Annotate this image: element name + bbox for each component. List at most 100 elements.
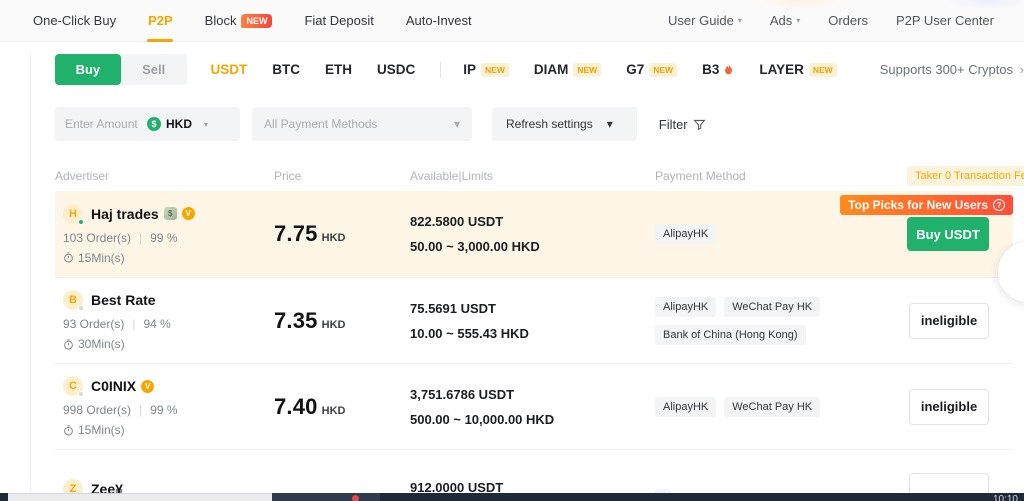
payment-method-tag: AlipayHK (655, 297, 716, 317)
nav-item-one-click-buy[interactable]: One-Click Buy (33, 0, 116, 42)
new-badge: NEW (481, 63, 509, 77)
amount-input[interactable] (65, 117, 147, 131)
nav-item-block[interactable]: BlockNEW (205, 0, 273, 42)
top-picks-badge[interactable]: Top Picks for New Users ? (840, 195, 1013, 215)
payment-method-tag: WeChat Pay HK (724, 297, 820, 317)
price-cell: 7.40HKD (274, 394, 410, 420)
crypto-tab-label: LAYER (759, 62, 804, 77)
crypto-tab-eth[interactable]: ETH (325, 62, 352, 77)
crypto-tab-layer[interactable]: LAYER NEW (759, 62, 836, 77)
crypto-tab-label: USDC (377, 62, 415, 77)
taskbar-app-icon (352, 495, 359, 501)
crypto-tab-diam[interactable]: DIAMNEW (534, 62, 601, 77)
sell-tab[interactable]: Sell (121, 54, 187, 85)
available-limits-cell: 75.5691 USDT10.00 ~ 555.43 HKD (410, 301, 655, 341)
refresh-settings-select[interactable]: Refresh settings ▾ (492, 107, 637, 141)
nav-item-label: Orders (828, 13, 868, 28)
chevron-down-icon: ▾ (796, 16, 800, 25)
taskbar-clock: 10:10 (993, 494, 1018, 501)
avatar: C (63, 376, 83, 396)
nav-left-group: One-Click Buy P2P BlockNEW Fiat Deposit Auto… (33, 0, 504, 42)
col-header-price: Price (274, 169, 410, 183)
nav-item-label: Ads (770, 13, 792, 28)
payment-methods-select[interactable]: All Payment Methods ▾ (252, 107, 472, 141)
available-limits-cell: 822.5800 USDT50.00 ~ 3,000.00 HKD (410, 214, 655, 254)
verified-badge-icon: V (182, 207, 195, 220)
advertiser-name[interactable]: C0INIX (91, 378, 136, 394)
crypto-tab-label: DIAM (534, 62, 569, 77)
help-icon[interactable]: ? (993, 199, 1005, 211)
order-count: 93 Order(s) (63, 317, 124, 331)
crypto-tab-usdt[interactable]: USDT (211, 62, 248, 77)
price-value: 7.35 (274, 308, 318, 333)
chevron-right-icon: › (1020, 62, 1024, 77)
advertiser-name[interactable]: Best Rate (91, 292, 156, 308)
new-badge: NEW (649, 63, 677, 77)
left-divider (30, 54, 31, 501)
price-currency: HKD (322, 232, 346, 244)
col-header-payment-method: Payment Method (655, 169, 907, 183)
crypto-tab-usdc[interactable]: USDC (377, 62, 415, 77)
stats-separator: | (139, 403, 142, 417)
nav-item-ads[interactable]: Ads ▾ (770, 0, 800, 42)
funnel-icon (693, 118, 706, 131)
hkd-dollar-icon: $ (147, 117, 161, 131)
table-header-row: Advertiser Price Available|Limits Paymen… (55, 161, 1013, 191)
buy-tab[interactable]: Buy (55, 54, 121, 85)
nav-item-p2p[interactable]: P2P (148, 0, 173, 42)
nav-item-label: P2P (148, 13, 173, 28)
crypto-tab-ip[interactable]: IPNEW (463, 62, 509, 77)
chevron-down-icon: ▾ (454, 117, 460, 131)
crypto-tab-btc[interactable]: BTC (272, 62, 300, 77)
ineligible-button: ineligible (909, 303, 989, 339)
crypto-tab-g7[interactable]: G7 NEW (626, 62, 677, 77)
buy-usdt-button[interactable]: Buy USDT (907, 217, 989, 251)
col-header-advertiser: Advertiser (55, 169, 274, 183)
payment-method-tag: Bank of China (Hong Kong) (655, 325, 806, 345)
taskbar-app-button[interactable] (272, 493, 380, 501)
advertiser-cell: BBest Rate93 Order(s)|94 %30Min(s) (63, 290, 274, 351)
nav-item-label: Auto-Invest (406, 13, 472, 28)
p2p-page: Buy Sell USDTBTCETHUSDCIPNEWDIAMNEWG7NEW… (0, 54, 1024, 501)
avatar: B (63, 290, 83, 310)
release-time-value: 30Min(s) (78, 337, 125, 351)
payment-methods-cell: AlipayHK (655, 224, 907, 244)
amount-filter: $ HKD ▾ (55, 107, 240, 141)
nav-item-orders[interactable]: Orders (828, 0, 868, 42)
price-cell: 7.75 HKD (274, 221, 410, 247)
chevron-down-icon[interactable]: ▾ (204, 120, 208, 129)
nav-item-fiat-deposit[interactable]: Fiat Deposit (304, 0, 373, 42)
supports-cryptos-link[interactable]: Supports 300+ Cryptos › (880, 62, 1024, 77)
taskbar-window-edge (8, 493, 272, 501)
action-cell: ineligible (909, 389, 989, 425)
price-currency: HKD (322, 319, 346, 331)
available-limits-cell: 3,751.6786 USDT500.00 ~ 10,000.00 HKD (410, 387, 655, 427)
nav-item-auto-invest[interactable]: Auto-Invest (406, 0, 472, 42)
price-cell: 7.35 HKD (274, 308, 410, 334)
crypto-tab-label: G7 (626, 62, 644, 77)
nav-item-user-guide[interactable]: User Guide ▾ (668, 0, 742, 42)
tab-separator (440, 62, 441, 78)
advertiser-name-line: B Best Rate (63, 290, 274, 310)
crypto-tab-label: ETH (325, 62, 352, 77)
payment-method-tag: AlipayHK (655, 224, 716, 244)
nav-item-p2p-user-center[interactable]: P2P User Center (896, 0, 994, 42)
chevron-down-icon: ▾ (607, 117, 613, 131)
chevron-down-icon: ▾ (738, 16, 742, 25)
new-badge: NEW (809, 63, 837, 77)
advertiser-name[interactable]: Haj trades (91, 206, 159, 222)
payment-methods-cell: AlipayHK WeChat Pay HK Bank of China (Hong… (655, 297, 907, 345)
advertiser-stats: 998 Order(s)|99 % (63, 403, 274, 417)
advertiser-name-line: HHaj trades$V (63, 204, 274, 224)
fire-icon (723, 64, 734, 76)
order-limits: 10.00 ~ 555.43 HKD (410, 326, 655, 341)
filter-button[interactable]: Filter (659, 117, 706, 132)
online-status-dot (78, 219, 84, 225)
price-value: 7.75 (274, 221, 318, 246)
crypto-tab-b3[interactable]: B3 (702, 62, 734, 77)
nav-item-label: P2P User Center (896, 13, 994, 28)
release-time: 15Min(s) (63, 423, 274, 437)
crypto-tab-label: B3 (702, 62, 719, 77)
nav-item-label: User Guide (668, 13, 734, 28)
action-cell: ineligible (909, 303, 989, 339)
